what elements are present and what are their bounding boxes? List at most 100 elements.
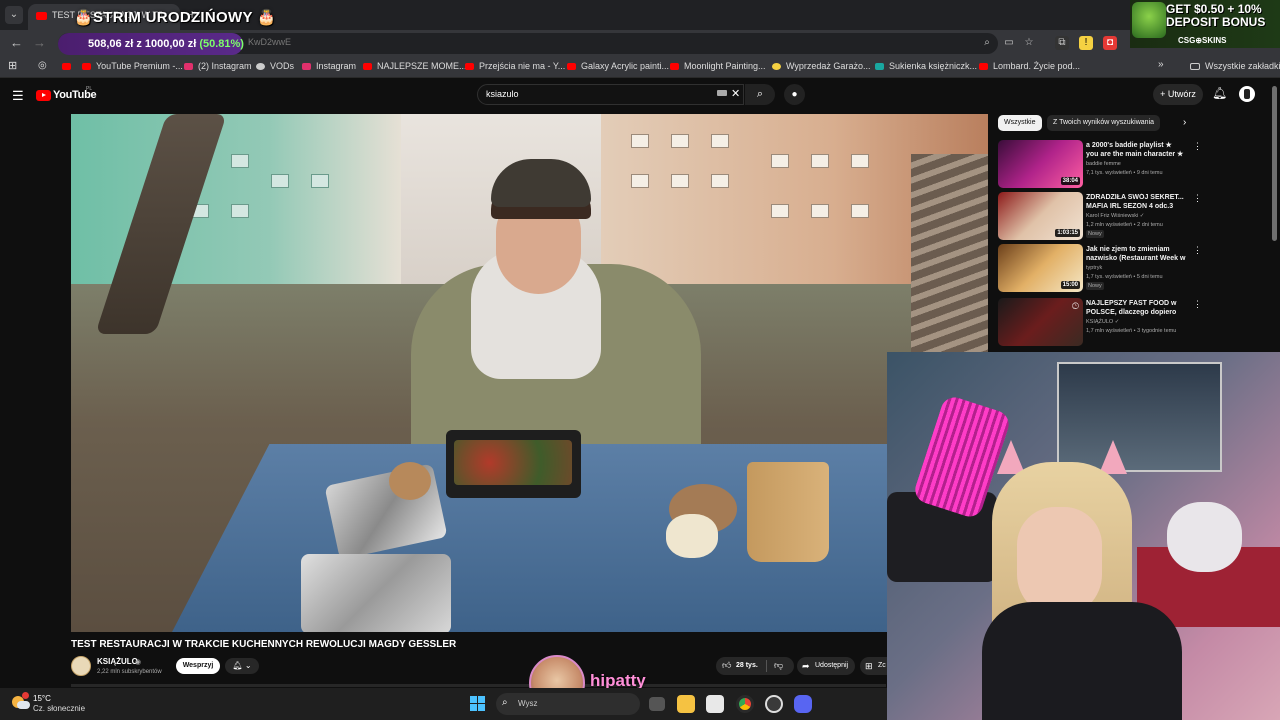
video-frame-bread — [666, 514, 718, 558]
channel-name[interactable]: KSIĄŻULO — [97, 657, 138, 666]
discord-icon[interactable] — [794, 695, 812, 713]
bookmark-star-icon[interactable]: ☆ — [1022, 36, 1036, 50]
youtube-favicon-icon — [36, 12, 47, 20]
cast-icon[interactable]: ▭ — [1002, 36, 1016, 50]
bookmark-item[interactable]: Instagram — [302, 61, 356, 71]
video-player[interactable] — [71, 114, 988, 632]
watch-later-icon[interactable]: 🕒︎ — [1072, 301, 1079, 312]
menu-icon[interactable]: ☰ — [12, 88, 24, 104]
bookmark-favicon-icon — [772, 63, 781, 70]
search-button[interactable]: ⌕ — [745, 84, 775, 105]
clear-search-icon[interactable]: ✕ — [731, 87, 740, 100]
recommendation-item[interactable]: 15:00 Jak nie zjem to zmieniam nazwisko … — [998, 244, 1203, 294]
video-frame-cup — [747, 462, 829, 562]
recommendation-channel[interactable]: baddie femme — [1086, 161, 1121, 167]
recommendation-channel[interactable]: KSIĄŻULO ✓ — [1086, 319, 1119, 325]
chip-from-search[interactable]: Z Twoich wyników wyszukiwania — [1047, 115, 1161, 131]
github-desktop-icon[interactable] — [765, 695, 783, 713]
recommendation-item[interactable]: 🕒︎ NAJLEPSZY FAST FOOD w POLSCE, dlaczeg… — [998, 298, 1203, 348]
store-icon[interactable] — [706, 695, 724, 713]
keyboard-icon[interactable] — [717, 90, 727, 96]
video-thumbnail[interactable]: 1:03:15 — [998, 192, 1083, 240]
notification-badge — [22, 692, 29, 699]
tab-search-dropdown-icon[interactable]: ⌄ — [5, 6, 23, 24]
recommendation-title[interactable]: a 2000's baddie playlist ★ you are the m… — [1086, 141, 1186, 159]
bookmark-favicon-icon — [184, 63, 193, 70]
chip-all[interactable]: Wszystkie — [998, 115, 1042, 131]
all-bookmarks-label: Wszystkie zakładki — [1205, 61, 1280, 71]
video-thumbnail[interactable]: 🕒︎ — [998, 298, 1083, 346]
more-options-icon[interactable]: ⋮ — [1193, 193, 1202, 204]
thumbs-down-icon[interactable]: 👎︎ — [774, 660, 783, 671]
video-thumbnail[interactable]: 38:04 — [998, 140, 1083, 188]
bookmark-item[interactable]: YouTube Premium -... — [82, 61, 183, 71]
recommendation-title[interactable]: ZDRADZIŁA SWÓJ SEKRET... MAFIA IRL SEZON… — [1086, 193, 1186, 211]
back-icon[interactable]: ← — [10, 35, 23, 50]
like-dislike-group[interactable]: 👍︎ 28 tys. 👎︎ — [716, 657, 794, 675]
taskbar-search[interactable]: ⌕ Wysz — [496, 693, 640, 715]
bookmark-item[interactable]: NAJLEPSZE MOME... — [363, 61, 467, 71]
bookmark-item[interactable]: Galaxy Acrylic painti... — [567, 61, 669, 71]
video-thumbnail[interactable]: 15:00 — [998, 244, 1083, 292]
extension-yellow-icon[interactable]: ! — [1079, 36, 1093, 50]
task-view-icon[interactable] — [649, 697, 665, 711]
bookmark-item[interactable]: Przejścia nie ma - Y... — [465, 61, 565, 71]
notifications-bell-icon[interactable]: 🔔︎ — [1212, 86, 1227, 100]
more-options-icon[interactable]: ⋮ — [1193, 141, 1202, 152]
recommendation-title[interactable]: Jak nie zjem to zmieniam nazwisko (Resta… — [1086, 245, 1186, 263]
chrome-icon[interactable]: ◎ — [38, 60, 47, 71]
page-scrollbar[interactable] — [1272, 86, 1277, 241]
bookmark-item[interactable] — [62, 61, 76, 71]
weather-temperature[interactable]: 15°C — [33, 694, 51, 703]
subscriber-count: 2,22 mln subskrybentów — [97, 669, 162, 675]
subscription-bell-button[interactable]: 🔔︎ ⌄ — [225, 658, 259, 674]
more-options-icon[interactable]: ⋮ — [1193, 299, 1202, 310]
chrome-taskbar-icon[interactable] — [736, 695, 754, 713]
more-bookmarks-icon[interactable]: » — [1158, 59, 1164, 70]
bookmark-item[interactable]: Wyprzedaż Garażo... — [772, 61, 870, 71]
taskbar-search-placeholder: Wysz — [518, 699, 538, 708]
bookmark-item[interactable]: (2) Instagram — [184, 61, 252, 71]
search-input[interactable]: ksiazulo — [477, 84, 744, 105]
extension-icon[interactable]: ⧉ — [1055, 36, 1069, 50]
forward-icon[interactable]: → — [33, 35, 46, 50]
recommendation-item[interactable]: 38:04 a 2000's baddie playlist ★ you are… — [998, 140, 1203, 190]
more-options-icon[interactable]: ⋮ — [1193, 245, 1202, 256]
bookmark-item[interactable]: VODs — [256, 61, 294, 71]
extension-red-icon[interactable]: ◘ — [1103, 36, 1117, 50]
ad-banner[interactable]: GET $0.50 + 10% DEPOSIT BONUS CSG⊕SKINS — [1130, 0, 1280, 48]
ad-mascot-icon — [1132, 2, 1166, 38]
ad-line-1: GET $0.50 + 10% — [1166, 2, 1262, 16]
voice-search-button[interactable]: ● — [784, 84, 805, 105]
bookmark-label: VODs — [270, 61, 295, 71]
bookmark-label: Moonlight Painting... — [684, 61, 766, 71]
account-avatar[interactable] — [1239, 86, 1255, 102]
weather-description[interactable]: Cz. słonecznie — [33, 704, 85, 713]
search-icon: ⌕ — [502, 697, 508, 708]
thumbs-up-icon[interactable]: 👍︎ — [722, 660, 731, 671]
chevron-right-icon[interactable]: › — [1183, 117, 1186, 128]
recommendation-item[interactable]: 1:03:15 ZDRADZIŁA SWÓJ SEKRET... MAFIA I… — [998, 192, 1203, 242]
all-bookmarks[interactable]: Wszystkie zakładki — [1190, 61, 1280, 71]
bookmark-item[interactable]: Lombard. Życie pod... — [979, 61, 1080, 71]
share-button[interactable]: ➦ Udostępnij — [797, 657, 855, 675]
recommendation-meta: 1,2 mln wyświetleń • 2 dni temu — [1086, 222, 1163, 228]
bookmark-item[interactable]: Moonlight Painting... — [670, 61, 766, 71]
windows-start-icon[interactable] — [470, 696, 486, 712]
file-explorer-icon[interactable] — [677, 695, 695, 713]
create-button[interactable]: + Utwórz — [1153, 84, 1203, 105]
bookmark-item[interactable]: Sukienka księżniczk... — [875, 61, 977, 71]
recommendation-channel[interactable]: Karol Friz Wiśniewski ✓ — [1086, 213, 1144, 219]
recommendation-channel[interactable]: typtryk — [1086, 265, 1102, 271]
recommendation-title[interactable]: NAJLEPSZY FAST FOOD w POLSCE, dlaczego d… — [1086, 299, 1186, 317]
apps-grid-icon[interactable]: ⊞ — [8, 59, 17, 72]
channel-avatar[interactable] — [71, 656, 91, 676]
divider — [766, 660, 767, 672]
support-button[interactable]: Wesprzyj — [176, 658, 220, 674]
youtube-logo-icon[interactable] — [36, 90, 51, 101]
zoom-icon[interactable]: ⌕ — [980, 36, 994, 50]
bookmark-label: Galaxy Acrylic painti... — [581, 61, 670, 71]
stream-overlay-title: 🎂STRIM URODZIŃOWY 🎂 — [74, 9, 276, 26]
address-bar-url: KwD2wwE — [248, 37, 292, 47]
new-badge: Nowy — [1086, 282, 1104, 290]
